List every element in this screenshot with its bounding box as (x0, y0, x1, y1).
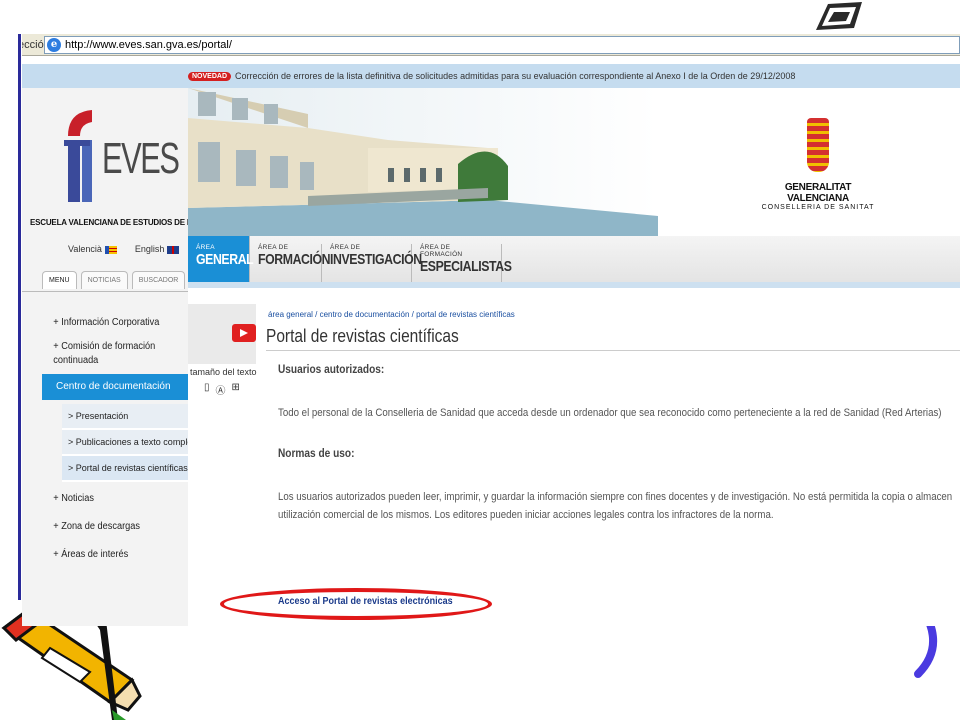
breadcrumb[interactable]: área general / centro de documentación /… (268, 310, 515, 319)
gva-logo: GENERALITAT VALENCIANA CONSELLERIA DE SA… (758, 118, 878, 211)
lang-valencia[interactable]: Valencià (68, 244, 117, 254)
gva-crest-icon (807, 118, 829, 172)
text-larger-icon[interactable]: ⊞ (232, 382, 240, 397)
heading-usuarios: Usuarios autorizados: (278, 364, 385, 376)
sidebar-menu: + Información Corporativa + Comisión de … (22, 316, 188, 562)
ie-page-icon: e (47, 37, 61, 52)
menu-item-comision[interactable]: + Comisión de formación (22, 340, 175, 354)
submenu-presentacion[interactable]: > Presentación (62, 404, 188, 430)
building-illustration (188, 88, 658, 236)
area-investigacion[interactable]: ÁREA DE INVESTIGACIÓN (322, 244, 422, 282)
news-bar: NOVEDAD Corrección de errores de la list… (22, 64, 960, 88)
gva-dept: CONSELLERIA DE SANITAT (761, 204, 875, 211)
menu-item-comision-cont[interactable]: continuada (22, 354, 175, 368)
news-badge: NOVEDAD (188, 71, 232, 81)
logo-f-icon (64, 110, 92, 202)
submenu-portal-revistas[interactable]: > Portal de revistas científicas (62, 456, 188, 482)
area-general[interactable]: ÁREA GENERAL (188, 236, 254, 282)
area-formacion[interactable]: ÁREA DE FORMACIÓN (250, 244, 331, 282)
tab-divider (22, 291, 188, 292)
url-input[interactable]: e http://www.eves.san.gva.es/portal/ (44, 35, 960, 54)
gva-name: GENERALITAT VALENCIANA (784, 182, 852, 204)
submenu-publicaciones[interactable]: > Publicaciones a texto completo (62, 430, 188, 456)
text-smaller-icon[interactable]: ▯ (204, 382, 210, 397)
menu-item-centro-documentacion[interactable]: Centro de documentación (42, 374, 188, 400)
bracket-clipart-right (914, 622, 937, 678)
lang-english[interactable]: English (135, 244, 180, 254)
menu-item-informacion[interactable]: + Información Corporativa (22, 316, 175, 330)
access-portal-link[interactable]: Acceso al Portal de revistas electrónica… (278, 596, 453, 607)
language-selector: Valencià English (68, 244, 180, 254)
text-normal-icon[interactable]: Ⓐ (216, 382, 226, 397)
page-title: Portal de revistas científicas (266, 326, 459, 346)
sidebar-tabs: MENU NOTICIAS BUSCADOR (42, 271, 186, 289)
tab-menu[interactable]: MENU (42, 271, 77, 289)
menu-item-noticias[interactable]: + Noticias (22, 492, 175, 506)
logo-text: EVES (102, 134, 180, 183)
slide: Dirección e http://www.eves.san.gva.es/p… (0, 0, 960, 720)
heading-normas: Normas de uso: (278, 448, 355, 460)
area-especialistas[interactable]: ÁREA DE FORMACIÓN ESPECIALISTAS (412, 244, 512, 282)
text-size-controls: ▯ Ⓐ ⊞ (204, 382, 240, 397)
arrow-right-icon[interactable] (232, 324, 256, 342)
eves-logo: EVES (62, 106, 180, 202)
url-text: http://www.eves.san.gva.es/portal/ (65, 38, 232, 51)
left-sidebar: EVES ESCUELA VALENCIANA DE ESTUDIOS DE L… (22, 88, 226, 626)
valencia-flag-icon (104, 245, 117, 254)
text-size-label: tamaño del texto (190, 367, 257, 377)
menu-item-areas[interactable]: + Áreas de interés (22, 548, 175, 562)
paragraph-normas-2: utilización comercial de los mismos. Los… (278, 509, 774, 521)
paragraph-usuarios: Todo el personal de la Conselleria de Sa… (278, 407, 942, 419)
news-link[interactable]: Corrección de errores de la lista defini… (235, 71, 795, 81)
title-divider (266, 350, 960, 351)
tab-noticias[interactable]: NOTICIAS (80, 271, 128, 289)
tab-buscador[interactable]: BUSCADOR (131, 271, 186, 289)
header-banner: GENERALITAT VALENCIANA CONSELLERIA DE SA… (188, 88, 960, 236)
address-label: Dirección (22, 38, 50, 51)
address-bar: Dirección e http://www.eves.san.gva.es/p… (22, 34, 960, 56)
menu-item-descargas[interactable]: + Zona de descargas (22, 520, 175, 534)
uk-flag-icon (167, 245, 180, 254)
area-nav: ÁREA GENERAL ÁREA DE FORMACIÓN ÁREA DE I… (188, 236, 960, 288)
slide-vertical-line (18, 34, 21, 600)
paragraph-normas-1: Los usuarios autorizados pueden leer, im… (278, 491, 953, 503)
pencil-clipart-top (816, 2, 862, 30)
browser-window: Dirección e http://www.eves.san.gva.es/p… (22, 34, 960, 626)
